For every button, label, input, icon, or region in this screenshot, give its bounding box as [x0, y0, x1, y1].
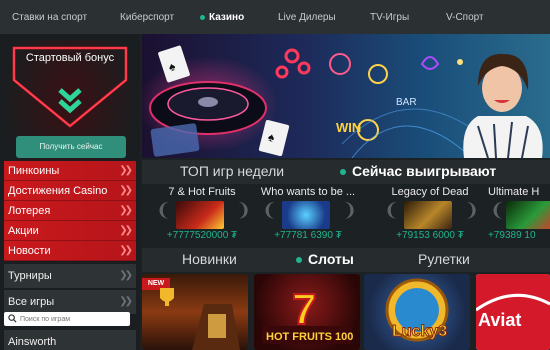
chevron-right-icon: ❯❯	[119, 205, 133, 216]
sidebar-item-label: Достижения Casino	[8, 185, 108, 197]
chevron-right-icon: ❯❯	[119, 185, 133, 196]
section-title-winning-now[interactable]: Сейчас выигрывают	[340, 163, 496, 179]
laurel-left-icon: ❨	[384, 200, 400, 220]
nav-casino[interactable]: Казино	[200, 12, 244, 23]
tab-slots[interactable]: Слоты	[296, 251, 354, 267]
laurel-left-icon: ❨	[262, 200, 278, 220]
nav-tv-games[interactable]: TV-Игры	[370, 12, 409, 23]
winner-game-name: 7 & Hot Fruits	[168, 186, 236, 198]
chevron-right-icon: ❯❯	[119, 165, 133, 176]
game-tile-artwork: 7 HOT FRUITS 100	[262, 284, 353, 344]
nav-live-dealers[interactable]: Live Дилеры	[278, 12, 336, 23]
tab-slots-label: Слоты	[308, 251, 354, 267]
game-thumbnail	[506, 201, 550, 229]
search-icon	[8, 314, 17, 323]
sidebar-item-lottery[interactable]: Лотерея ❯❯	[4, 201, 136, 221]
laurel-right-icon: ❩	[342, 200, 358, 220]
section-title-top-games[interactable]: ТОП игр недели	[180, 163, 284, 179]
winner-amount: +79153 6000 ₮	[396, 230, 464, 241]
winner-card[interactable]: 7 & Hot Fruits ❨ ❩ +7777520000 ₮	[142, 182, 262, 246]
tab-roulette[interactable]: Рулетки	[418, 251, 470, 267]
svg-text:Lucky3: Lucky3	[392, 323, 447, 340]
nav-casino-label: Казино	[209, 12, 245, 23]
chevron-right-icon: ❯❯	[119, 296, 133, 307]
game-thumbnail	[404, 201, 452, 229]
game-tile-artwork: Lucky3	[385, 278, 449, 342]
active-dot-icon	[340, 169, 346, 176]
sidebar-item-label: Ainsworth	[8, 336, 57, 348]
game-thumbnail	[176, 201, 224, 229]
chevron-right-icon: ❯❯	[119, 270, 133, 281]
tab-new-games[interactable]: Новинки	[182, 251, 237, 267]
sidebar-item-label: Турниры	[8, 270, 52, 282]
game-search[interactable]	[4, 312, 130, 326]
laurel-left-icon: ❨	[156, 200, 172, 220]
sidebar-item-achievements[interactable]: Достижения Casino ❯❯	[4, 181, 136, 201]
nav-esports[interactable]: Киберспорт	[120, 12, 174, 23]
winner-game-name: Legacy of Dead	[391, 186, 469, 198]
sidebar-item-label: Новости	[8, 245, 51, 257]
promo-menu: Пинкоины ❯❯ Достижения Casino ❯❯ Лотерея ❯❯…	[4, 161, 136, 261]
svg-text:Aviat: Aviat	[478, 310, 521, 330]
winner-game-name: Who wants to be ...	[260, 186, 356, 198]
winner-card[interactable]: Ultimate H ❨ +79389 10	[488, 182, 550, 246]
game-tiles: NEW 7 HOT FRUITS 100 Lucky3 Aviat	[142, 274, 550, 350]
game-tile-artwork	[160, 288, 240, 350]
promo-title: Стартовый бонус	[25, 52, 115, 64]
sidebar-item-label: Пинкоины	[8, 165, 60, 177]
sidebar-item-ainsworth[interactable]: Ainsworth	[4, 330, 136, 350]
winner-amount: +7777520000 ₮	[166, 230, 238, 241]
nav-v-sport[interactable]: V-Спорт	[446, 12, 484, 23]
winner-amount: +77781 6390 ₮	[274, 230, 342, 241]
game-tile-artwork: Aviat	[476, 274, 550, 350]
sidebar-item-promotions[interactable]: Акции ❯❯	[4, 221, 136, 241]
laurel-right-icon: ❩	[464, 200, 480, 220]
sidebar-item-label: Все игры	[8, 296, 55, 308]
chevron-right-icon: ❯❯	[119, 225, 133, 236]
sidebar-item-tournaments[interactable]: Турниры ❯❯	[4, 264, 136, 288]
game-tile[interactable]: 7 HOT FRUITS 100	[254, 274, 360, 350]
banner-win-text: WIN	[336, 120, 362, 135]
banner-artwork: ♠ ♠	[142, 45, 543, 158]
active-dot-icon	[200, 14, 205, 20]
winner-amount: +79389 10	[488, 230, 536, 241]
game-thumbnail	[282, 201, 330, 229]
sidebar-item-news[interactable]: Новости ❯❯	[4, 241, 136, 261]
sidebar-item-pincoins[interactable]: Пинкоины ❯❯	[4, 161, 136, 181]
search-input[interactable]	[20, 312, 126, 326]
get-bonus-button[interactable]: Получить сейчас	[16, 136, 126, 158]
double-chevron-down-icon	[58, 88, 82, 114]
top-navigation: Ставки на спорт Киберспорт Казино Live Д…	[0, 0, 550, 34]
laurel-left-icon: ❨	[490, 200, 506, 220]
sidebar-item-label: Акции	[8, 225, 39, 237]
active-dot-icon	[296, 257, 302, 264]
game-tile[interactable]: NEW	[142, 274, 248, 350]
sidebar-item-all-games[interactable]: Все игры ❯❯	[4, 290, 136, 314]
winner-card[interactable]: Who wants to be ... ❨ ❩ +77781 6390 ₮	[248, 182, 368, 246]
svg-text:HOT FRUITS 100: HOT FRUITS 100	[266, 331, 353, 343]
banner-bar-text: BAR	[396, 97, 417, 108]
game-tile[interactable]: Lucky3	[364, 274, 470, 350]
games-menu: Турниры ❯❯ Все игры ❯❯	[4, 264, 136, 316]
winner-game-name: Ultimate H	[488, 186, 540, 198]
sidebar-item-label: Лотерея	[8, 205, 51, 217]
section-title-label: Сейчас выигрывают	[352, 163, 497, 179]
nav-sports-betting[interactable]: Ставки на спорт	[12, 12, 87, 23]
promo-banner[interactable]: ♠ ♠ BAR WIN	[142, 34, 550, 158]
winners-list: 7 & Hot Fruits ❨ ❩ +7777520000 ₮ Who wan…	[142, 182, 550, 246]
game-tile[interactable]: Aviat	[476, 274, 550, 350]
chevron-right-icon: ❯❯	[119, 245, 133, 256]
winner-card[interactable]: Legacy of Dead ❨ ❩ +79153 6000 ₮	[370, 182, 490, 246]
